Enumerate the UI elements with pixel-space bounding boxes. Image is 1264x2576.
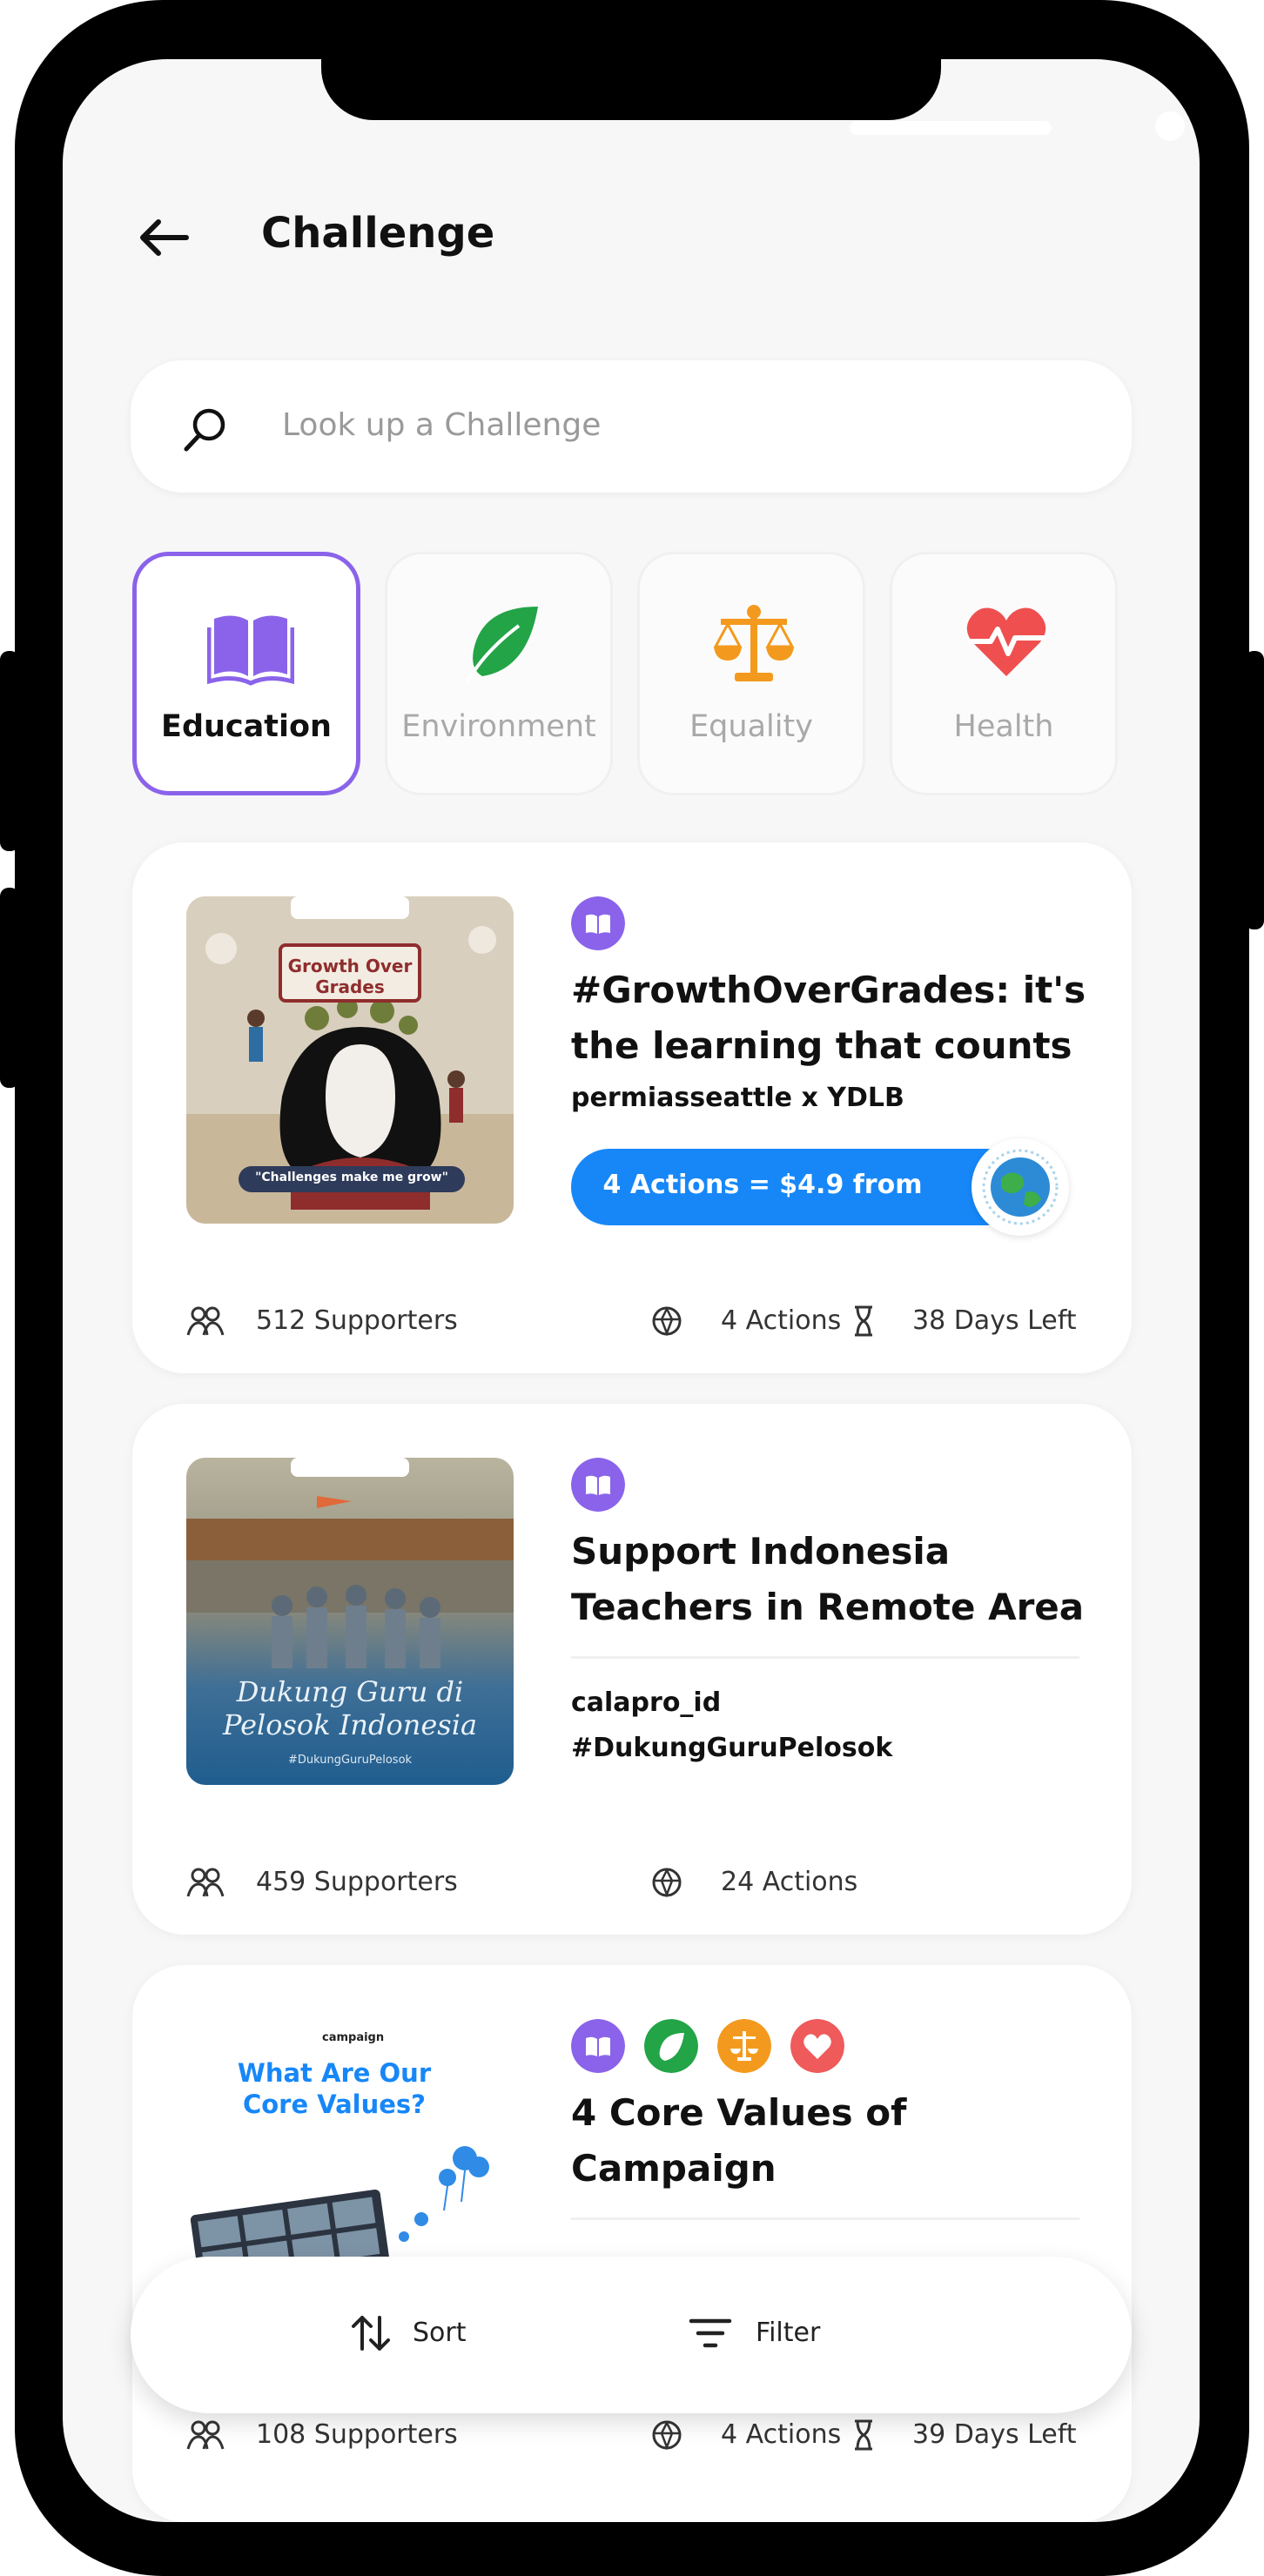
actions-count: 24 Actions [721,1867,858,1897]
heart-pulse-icon [790,2019,844,2073]
search-input[interactable]: Look up a Challenge [282,407,601,443]
category-health[interactable]: Health [890,552,1118,795]
search-icon [184,408,225,452]
book-icon [571,1458,625,1512]
thumbnail-caption: #DukungGuruPelosok [287,1754,413,1767]
arrow-left-icon [140,219,189,256]
filter-icon [689,2318,732,2348]
hourglass-icon [855,2419,872,2451]
challenge-organizer: calapro_id #DukungGuruPelosok [571,1680,892,1771]
volume-up-button [0,651,19,851]
divider [571,1656,1079,1659]
supporters-count: 512 Supporters [256,1305,458,1336]
challenge-card[interactable]: Growth Over Grades "Challenges make me g… [132,842,1132,1373]
challenge-title: #GrowthOverGrades: it's the learning tha… [571,963,1111,1074]
category-badge-education [571,1458,625,1515]
organizer-name: calapro_id [571,1687,722,1718]
challenge-title-line: Campaign [571,2147,777,2190]
page-title: Challenge [261,209,495,258]
sort-filter-bar: Sort Filter [131,2257,1132,2413]
thumbnail-brand: campaign [322,2031,385,2044]
category-label: Equality [689,709,813,744]
challenge-thumbnail[interactable]: campaign What Are Our Core Values? [186,2019,514,2289]
challenge-thumbnail[interactable]: Dukung Guru di Pelosok Indonesia #Dukung… [186,1458,514,1785]
thumbnail-title-line: Core Values? [242,2090,427,2119]
leaf-icon [465,607,538,684]
sort-arrows-icon [352,2316,390,2351]
actions-icon [652,2420,682,2451]
sponsor-logo [972,1138,1069,1236]
sort-label: Sort [413,2318,467,2348]
globe-icon [982,1149,1059,1225]
thumbnail-title-line: What Are Our [237,2058,432,2088]
people-icon [186,1868,225,1897]
thumbnail-title: Dukung Guru di Pelosok Indonesia [222,1675,478,1741]
category-label: Health [953,709,1054,744]
challenge-title-line: #GrowthOverGrades: it's [571,969,1086,1011]
category-label: Education [161,709,332,744]
supporters-count: 459 Supporters [256,1867,458,1897]
thumbnail-title: What Are Our Core Values? [221,2057,447,2120]
thumbnail-title: Growth Over Grades [287,956,413,997]
screen-content: Challenge Look up a Challenge Education … [63,59,1200,2522]
heart-pulse-icon [966,607,1046,676]
back-button[interactable] [132,211,193,264]
supporters-count: 108 Supporters [256,2419,458,2450]
challenge-hashtag: #DukungGuruPelosok [571,1733,893,1763]
people-icon [186,2420,225,2450]
challenge-title-line: the learning that counts [571,1024,1072,1067]
category-badge-education [571,896,625,954]
hourglass-icon [855,1305,872,1337]
actions-icon [652,1306,682,1337]
people-icon [186,1306,225,1336]
leaf-icon [644,2019,698,2073]
filter-label: Filter [756,2318,821,2348]
challenge-thumbnail[interactable]: Growth Over Grades "Challenges make me g… [186,896,514,1224]
search-box[interactable]: Look up a Challenge [131,360,1132,493]
book-icon [571,896,625,950]
cta-label: 4 Actions = $4.9 from [602,1170,923,1200]
challenge-organizer: permiasseattle x YDLB [571,1083,904,1113]
divider [571,2217,1079,2220]
days-left: 39 Days Left [912,2419,1077,2450]
category-environment[interactable]: Environment [385,552,613,795]
challenge-card[interactable]: Dukung Guru di Pelosok Indonesia #Dukung… [132,1404,1132,1935]
scales-icon [713,605,795,681]
sort-button[interactable]: Sort [348,2305,496,2361]
actions-icon [652,1868,682,1898]
actions-count: 4 Actions [721,1305,842,1336]
thumbnail-caption: "Challenges make me grow" [255,1171,448,1184]
book-icon [207,615,294,686]
scales-icon [717,2019,771,2073]
filter-button[interactable]: Filter [688,2305,862,2361]
category-label: Environment [401,709,596,744]
challenge-card[interactable]: campaign What Are Our Core Values? 4 Cor… [132,1965,1132,2522]
category-equality[interactable]: Equality [637,552,865,795]
challenge-title: Support Indonesia Teachers in Remote Are… [571,1524,1111,1635]
book-icon [571,2019,625,2073]
power-button [1245,651,1264,929]
challenge-title: 4 Core Values of Campaign [571,2085,1111,2197]
category-education[interactable]: Education [132,552,360,795]
category-badges [571,2019,919,2073]
days-left: 38 Days Left [912,1305,1077,1336]
donate-cta-button[interactable]: 4 Actions = $4.9 from [571,1149,1024,1225]
challenge-title-line: 4 Core Values of [571,2091,907,2134]
challenge-title-line: Teachers in Remote Area [571,1586,1085,1628]
actions-count: 4 Actions [721,2419,842,2450]
challenge-title-line: Support Indonesia [571,1530,951,1573]
volume-down-button [0,888,19,1088]
